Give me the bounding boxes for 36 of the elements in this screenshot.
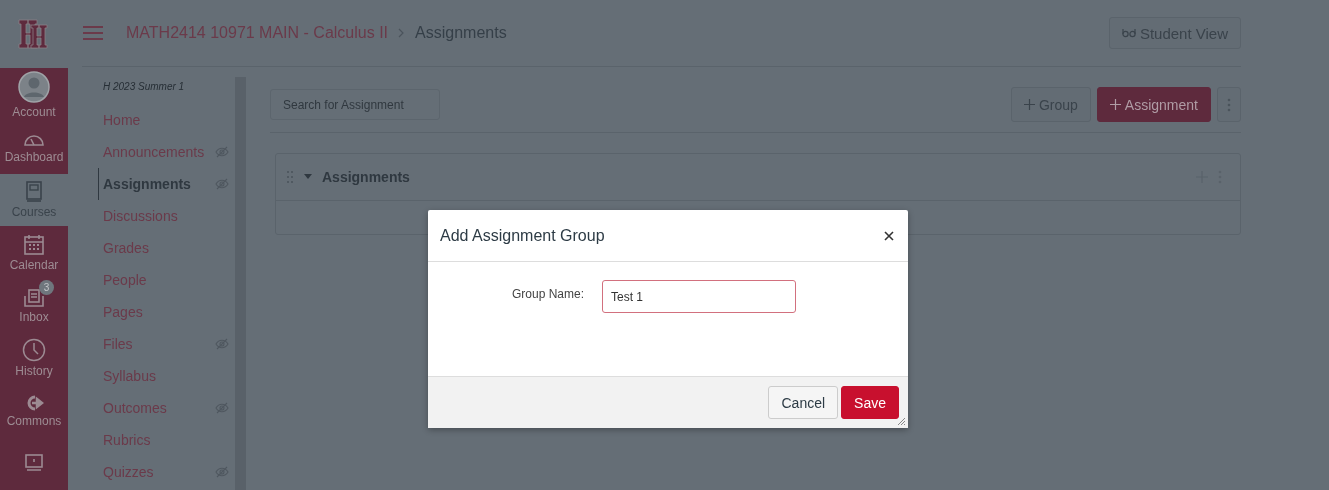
group-name-field[interactable]: Test 1 xyxy=(602,280,796,313)
hidden-eye-icon xyxy=(215,402,229,414)
calendar-icon xyxy=(23,233,45,256)
global-nav-item[interactable]: Calendar xyxy=(0,226,68,280)
global-nav-item[interactable]: 3 Inbox xyxy=(0,279,68,332)
avatar-icon xyxy=(18,70,50,103)
field-label: Group Name: xyxy=(510,286,584,301)
caret-icon[interactable] xyxy=(304,174,312,180)
chevron-icon xyxy=(398,28,406,38)
save-button[interactable]: Save xyxy=(841,386,899,419)
plus-icon xyxy=(1023,99,1035,110)
clock-icon xyxy=(22,338,46,363)
glasses-icon xyxy=(1121,28,1136,38)
global-nav-item[interactable]: Dashboard xyxy=(0,121,68,174)
logo-icon xyxy=(17,17,51,52)
add-assignment-button[interactable]: Assignment xyxy=(1096,87,1211,122)
global-nav-item[interactable] xyxy=(0,437,68,490)
book-icon xyxy=(24,181,44,204)
global-nav-item[interactable]: History xyxy=(0,331,68,385)
global-nav-item[interactable]: Account xyxy=(0,68,68,122)
more-options-button[interactable] xyxy=(1217,87,1241,122)
hidden-eye-icon xyxy=(215,338,229,350)
resize-grip-icon[interactable] xyxy=(897,417,906,426)
hidden-eye-icon xyxy=(215,466,229,478)
term-label: H 2023 Summer 1 xyxy=(103,81,186,92)
hidden-eye-icon xyxy=(215,178,229,190)
hidden-eye-icon xyxy=(215,146,229,158)
monitor-icon xyxy=(23,453,45,474)
unread-count-badge: 3 xyxy=(39,280,54,296)
dialog-title: Add Assignment Group xyxy=(440,226,605,245)
inbox-icon xyxy=(23,286,45,309)
menu-icon[interactable] xyxy=(82,25,104,41)
close-icon[interactable] xyxy=(884,230,894,241)
global-nav-item[interactable]: Commons xyxy=(0,384,68,438)
cancel-button[interactable]: Cancel xyxy=(768,386,839,419)
plus-icon xyxy=(1109,99,1121,110)
